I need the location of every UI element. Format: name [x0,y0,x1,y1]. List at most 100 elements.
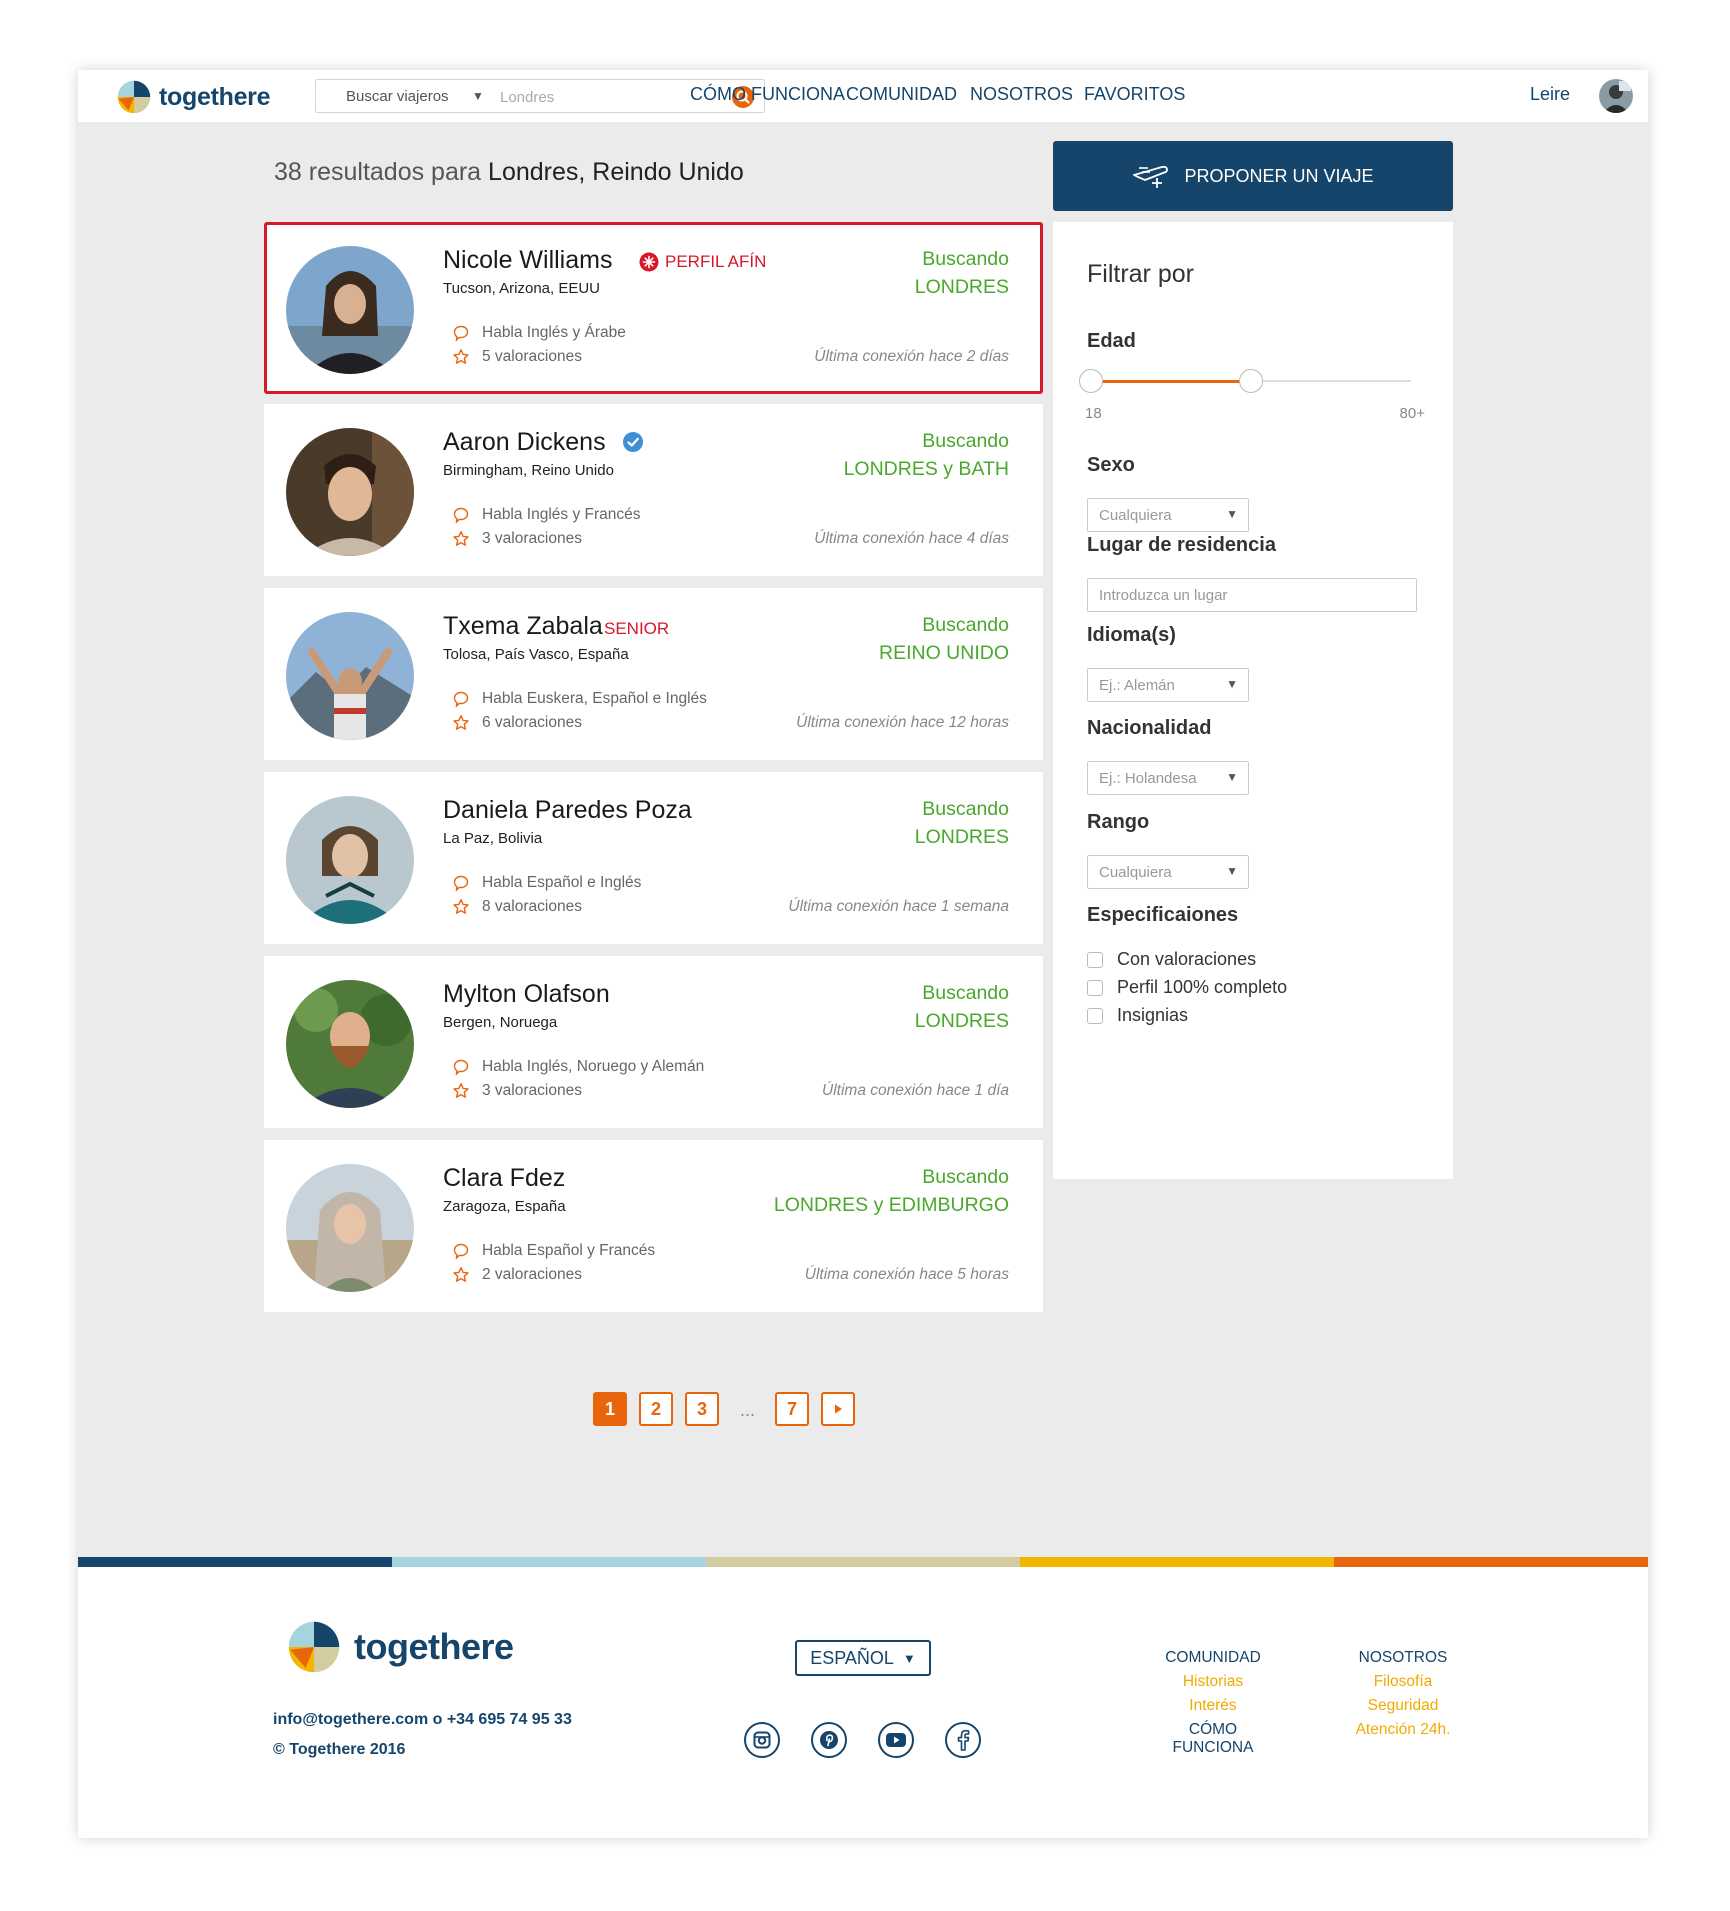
footer-link-filosofia[interactable]: Filosofía [1343,1673,1463,1697]
footer-color-bar [78,1557,1648,1567]
spec-complete-profile-checkbox[interactable]: Perfil 100% completo [1087,977,1287,998]
avatar-photo [286,428,414,556]
footer-link-interes[interactable]: Interés [1148,1697,1278,1721]
traveler-avatar[interactable] [286,246,414,374]
search-input[interactable] [500,85,700,109]
traveler-card-5[interactable]: Mylton Olafson Bergen, Noruega Habla Ing… [264,956,1043,1128]
page-button-3[interactable]: 3 [685,1392,719,1426]
facebook-icon[interactable] [945,1722,981,1758]
nav-como-funciona[interactable]: CÓMO FUNCIONA [690,84,845,105]
traveler-card-4[interactable]: Daniela Paredes Poza La Paz, Bolivia Hab… [264,772,1043,944]
traveler-name[interactable]: Daniela Paredes Poza [443,796,692,825]
traveler-avatar[interactable] [286,980,414,1108]
badge-label: PERFIL AFÍN [665,252,767,271]
color-bar-segment [1334,1557,1648,1567]
footer-contact[interactable]: info@togethere.com o +34 695 74 95 33 [273,1711,572,1729]
user-name[interactable]: Leire [1530,84,1570,105]
caret-down-icon[interactable]: ▼ [472,89,484,103]
age-label: Edad [1087,330,1136,352]
footer-link-seguridad[interactable]: Seguridad [1343,1697,1463,1721]
pinterest-glyph [820,1731,838,1749]
instagram-icon[interactable] [744,1722,780,1758]
checkbox[interactable] [1087,1007,1103,1024]
filter-title: Filtrar por [1087,260,1194,288]
page-button-2[interactable]: 2 [639,1392,673,1426]
search-destination: LONDRES [914,276,1009,298]
color-bar-segment [706,1557,1020,1567]
caret-down-icon: ▼ [1226,770,1238,784]
user-avatar[interactable] [1599,79,1633,113]
traveler-location: Bergen, Noruega [443,1014,558,1031]
avatar-photo [286,612,414,740]
footer-link-como-funciona[interactable]: CÓMO FUNCIONA [1148,1721,1278,1756]
search-label: Buscando [922,1166,1009,1188]
page-ellipsis: ... [740,1400,756,1420]
age-slider-max-thumb[interactable] [1239,369,1263,393]
traveler-location: Tolosa, País Vasco, España [443,646,629,663]
page-button-1[interactable]: 1 [593,1392,627,1426]
speech-bubble-icon [453,1059,469,1076]
traveler-avatar[interactable] [286,796,414,924]
residence-input[interactable] [1087,578,1417,612]
nationality-select[interactable]: Ej.: Holandesa ▼ [1087,761,1249,795]
checkbox[interactable] [1087,979,1103,996]
nationality-select-value: Ej.: Holandesa [1099,770,1197,787]
traveler-card-1[interactable]: Nicole Williams PERFIL AFÍN Tucson, Ariz… [264,222,1043,394]
traveler-name[interactable]: Clara Fdez [443,1164,565,1193]
rank-select-value: Cualquiera [1099,864,1172,881]
language-select[interactable]: ESPAÑOL ▼ [795,1640,931,1676]
footer-link-atencion[interactable]: Atención 24h. [1343,1721,1463,1745]
logo[interactable]: togethere [116,79,271,115]
nav-favoritos[interactable]: FAVORITOS [1084,84,1185,105]
pinterest-icon[interactable] [811,1722,847,1758]
traveler-card-2[interactable]: Aaron Dickens Birmingham, Reino Unido Ha… [264,404,1043,576]
traveler-card-3[interactable]: Txema Zabala SENIOR Tolosa, País Vasco, … [264,588,1043,760]
last-connection: Última conexión hace 5 horas [804,1266,1009,1283]
traveler-name[interactable]: Aaron Dickens [443,428,606,457]
traveler-name[interactable]: Nicole Williams [443,246,612,275]
search-category-select[interactable]: Buscar viajeros [346,88,449,105]
speech-bubble-icon [453,325,469,342]
traveler-name[interactable]: Mylton Olafson [443,980,610,1009]
youtube-icon[interactable] [878,1722,914,1758]
senior-badge: SENIOR [604,619,670,638]
traveler-avatar[interactable] [286,612,414,740]
language-select[interactable]: Ej.: Alemán ▼ [1087,668,1249,702]
traveler-avatar[interactable] [286,1164,414,1292]
page-button-7[interactable]: 7 [775,1392,809,1426]
sex-select[interactable]: Cualquiera ▼ [1087,498,1249,532]
last-connection: Última conexión hace 1 semana [788,898,1009,915]
age-slider[interactable] [1079,369,1411,393]
traveler-card-6[interactable]: Clara Fdez Zaragoza, España Habla Españo… [264,1140,1043,1312]
footer-link-historias[interactable]: Historias [1148,1673,1278,1697]
traveler-languages: Habla Inglés y Árabe [452,324,626,342]
ratings-text: 2 valoraciones [482,1266,582,1283]
speech-bubble-icon [453,691,469,708]
traveler-languages: Habla Inglés y Francés [452,506,641,524]
spec-badges-checkbox[interactable]: Insignias [1087,1005,1188,1026]
footer-logo[interactable]: togethere [286,1619,514,1675]
search-destination: LONDRES [914,1010,1009,1032]
traveler-avatar[interactable] [286,428,414,556]
instagram-glyph [753,1731,771,1749]
traveler-location: La Paz, Bolivia [443,830,543,847]
age-slider-min-thumb[interactable] [1079,369,1103,393]
footer-link-nosotros[interactable]: NOSOTROS [1343,1649,1463,1673]
propose-trip-button[interactable]: PROPONER UN VIAJE [1053,141,1453,211]
footer-link-comunidad[interactable]: COMUNIDAD [1148,1649,1278,1673]
rank-select[interactable]: Cualquiera ▼ [1087,855,1249,889]
filter-panel: Filtrar por Edad 18 80+ Sexo Cualquiera … [1053,222,1453,1179]
next-page-button[interactable] [821,1392,855,1426]
propose-trip-label: PROPONER UN VIAJE [1184,165,1374,186]
results-location: Londres, Reindo Unido [488,158,744,186]
spec-with-ratings-checkbox[interactable]: Con valoraciones [1087,949,1256,970]
checkbox[interactable] [1087,951,1103,968]
nav-comunidad[interactable]: COMUNIDAD [846,84,957,105]
ratings-text: 5 valoraciones [482,348,582,365]
speech-bubble-icon [453,507,469,524]
last-connection: Última conexión hace 12 horas [796,714,1009,731]
color-bar-segment [1020,1557,1334,1567]
traveler-name[interactable]: Txema Zabala [443,612,603,641]
nav-nosotros[interactable]: NOSOTROS [970,84,1073,105]
last-connection: Última conexión hace 4 días [814,530,1009,547]
